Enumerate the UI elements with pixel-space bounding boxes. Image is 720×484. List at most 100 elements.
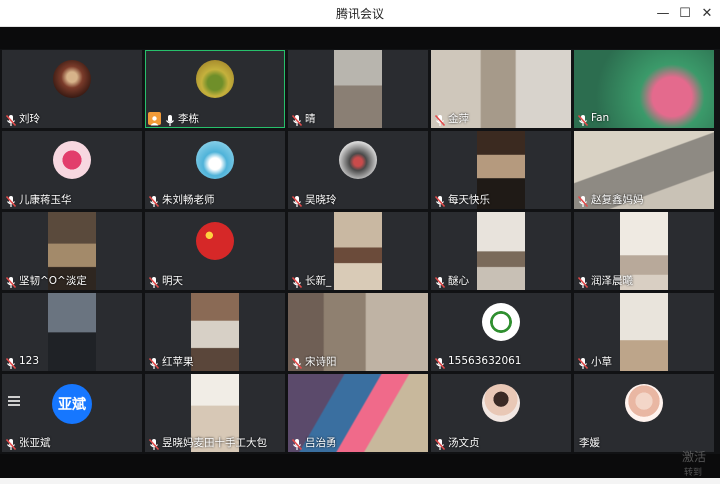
participant-label: 刘玲 xyxy=(5,111,40,126)
mic-muted-icon xyxy=(291,355,303,369)
participant-avatar xyxy=(196,60,234,98)
participant-tile[interactable]: 长新_ xyxy=(288,212,428,290)
participant-tile[interactable]: 醚心 xyxy=(431,212,571,290)
participant-tile[interactable]: 李栋 xyxy=(145,50,285,128)
mic-muted-icon xyxy=(5,274,17,288)
participant-name: 坚韧^O^淡定 xyxy=(19,274,87,287)
participant-name: 赵复鑫妈妈 xyxy=(591,193,644,206)
participant-tile[interactable]: 儿康蒋玉华 xyxy=(2,131,142,209)
participant-label: 明天 xyxy=(148,273,183,288)
participant-tile[interactable]: 明天 xyxy=(145,212,285,290)
participant-tile[interactable]: Fan xyxy=(574,50,714,128)
window-title: 腾讯会议 xyxy=(335,7,384,21)
mic-muted-icon xyxy=(434,355,446,369)
participant-label: 吴晓玲 xyxy=(291,192,337,207)
participant-tile[interactable]: 朱刘畅老师 xyxy=(145,131,285,209)
participant-video xyxy=(620,293,668,371)
participant-name: 儿康蒋玉华 xyxy=(19,193,72,206)
participant-tile[interactable]: 亚斌 张亚斌 xyxy=(2,374,142,452)
window-bottom-edge xyxy=(0,478,720,484)
participant-video xyxy=(477,212,525,290)
mic-muted-icon xyxy=(5,193,17,207)
participant-tile[interactable]: 小草 xyxy=(574,293,714,371)
mic-muted-icon xyxy=(148,274,160,288)
participant-name: 123 xyxy=(19,355,40,367)
participant-tile[interactable]: 123 xyxy=(2,293,142,371)
participant-label: 晴 xyxy=(291,111,316,126)
participant-label: 15563632061 xyxy=(434,354,522,369)
maximize-button[interactable]: ☐ xyxy=(674,3,696,23)
mic-muted-icon xyxy=(5,355,17,369)
participant-name: 李栋 xyxy=(178,112,199,125)
participant-name: 长新_ xyxy=(305,274,332,287)
participant-tile[interactable]: 金萍 xyxy=(431,50,571,128)
participant-name: 红苹果 xyxy=(162,355,194,368)
participant-label: 李栋 xyxy=(148,111,199,126)
host-badge-icon xyxy=(148,111,161,125)
participant-tile[interactable]: 宋诗阳 xyxy=(288,293,428,371)
mic-muted-icon xyxy=(291,112,303,126)
participant-label: 长新_ xyxy=(291,273,332,288)
participant-avatar xyxy=(53,60,91,98)
participant-name: 小草 xyxy=(591,355,612,368)
participant-label: 吕治勇 xyxy=(291,435,337,450)
participant-avatar: 亚斌 xyxy=(52,384,92,424)
mic-muted-icon xyxy=(291,193,303,207)
close-button[interactable]: ✕ xyxy=(696,3,718,23)
participant-avatar xyxy=(196,222,234,260)
participant-tile[interactable]: 李媛 xyxy=(574,374,714,452)
participant-name: 每天快乐 xyxy=(448,193,490,206)
participant-tile[interactable]: 汤文贞 xyxy=(431,374,571,452)
participant-tile[interactable]: 每天快乐 xyxy=(431,131,571,209)
participant-name: 吴晓玲 xyxy=(305,193,337,206)
participant-label: 123 xyxy=(5,354,40,369)
participant-label: 醚心 xyxy=(434,273,469,288)
mic-muted-icon xyxy=(148,355,160,369)
mic-muted-icon xyxy=(291,436,303,450)
participant-name: 昱晓妈麦田十手工大包 xyxy=(162,436,267,449)
participant-label: 张亚斌 xyxy=(5,435,51,450)
participant-avatar xyxy=(482,384,520,422)
participant-name: 张亚斌 xyxy=(19,436,51,449)
mic-muted-icon xyxy=(434,112,446,126)
participant-tile[interactable]: 昱晓妈麦田十手工大包 xyxy=(145,374,285,452)
participant-avatar xyxy=(53,141,91,179)
participant-label: Fan xyxy=(577,111,610,126)
participant-name: 汤文贞 xyxy=(448,436,480,449)
participant-avatar xyxy=(482,303,520,341)
mic-muted-icon xyxy=(291,274,303,288)
participant-name: 李媛 xyxy=(579,436,600,449)
mic-muted-icon xyxy=(577,112,589,126)
meeting-bottom-bar xyxy=(0,454,720,478)
participant-label: 小草 xyxy=(577,354,612,369)
participant-avatar xyxy=(339,141,377,179)
mic-muted-icon xyxy=(577,355,589,369)
participant-tile[interactable]: 15563632061 xyxy=(431,293,571,371)
activation-watermark: 激活 转到 xyxy=(682,450,707,478)
mic-muted-icon xyxy=(577,193,589,207)
participant-label: 润泽晨曦 xyxy=(577,273,633,288)
participant-label: 金萍 xyxy=(434,111,469,126)
participant-tile[interactable]: 红苹果 xyxy=(145,293,285,371)
participant-label: 坚韧^O^淡定 xyxy=(5,273,87,288)
participant-name: Fan xyxy=(591,112,610,124)
participant-tile[interactable]: 晴 xyxy=(288,50,428,128)
participant-tile[interactable]: 吴晓玲 xyxy=(288,131,428,209)
participant-tile[interactable]: 赵复鑫妈妈 xyxy=(574,131,714,209)
participant-avatar xyxy=(196,141,234,179)
minimize-button[interactable]: — xyxy=(652,3,674,23)
meeting-top-bar xyxy=(0,27,720,49)
participant-video xyxy=(334,50,382,128)
participant-name: 宋诗阳 xyxy=(305,355,337,368)
mic-muted-icon xyxy=(434,274,446,288)
participant-tile[interactable]: 吕治勇 xyxy=(288,374,428,452)
participant-tile[interactable]: 刘玲 xyxy=(2,50,142,128)
participant-name: 晴 xyxy=(305,112,316,125)
mic-muted-icon xyxy=(5,436,17,450)
participant-tile[interactable]: 坚韧^O^淡定 xyxy=(2,212,142,290)
participant-label: 汤文贞 xyxy=(434,435,480,450)
participant-label: 宋诗阳 xyxy=(291,354,337,369)
participant-tile[interactable]: 润泽晨曦 xyxy=(574,212,714,290)
menu-icon[interactable] xyxy=(8,396,20,406)
participant-label: 每天快乐 xyxy=(434,192,490,207)
